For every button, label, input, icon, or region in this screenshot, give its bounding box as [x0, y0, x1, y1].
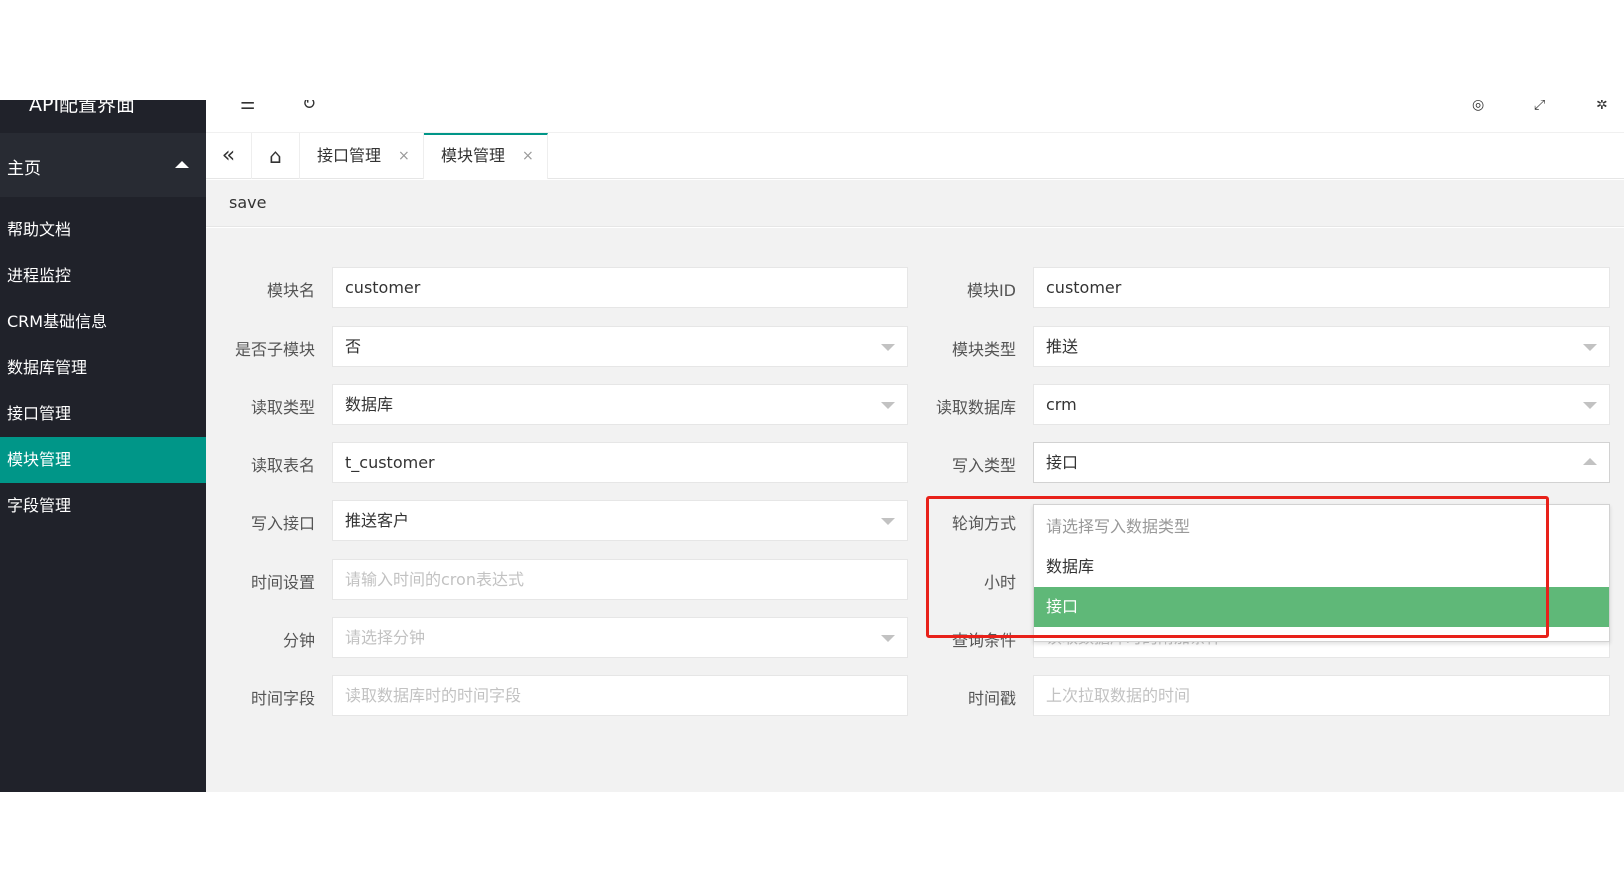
sidebar-item-crm-info[interactable]: CRM基础信息: [0, 299, 206, 345]
module-name-label: 模块名: [266, 281, 315, 300]
chevron-down-icon: [1583, 344, 1597, 351]
app-logo: API配置界面: [0, 100, 206, 133]
sidebar-item-database[interactable]: 数据库管理: [0, 345, 206, 391]
tab-module-manage[interactable]: 模块管理 ×: [424, 133, 548, 179]
sidebar-menu: 帮助文档 进程监控 CRM基础信息 数据库管理 接口管理 模块管理 字段管理: [0, 207, 206, 529]
home-icon[interactable]: ⌂: [252, 133, 300, 179]
select-value: 推送客户: [345, 511, 410, 530]
top-header: ☰ ↻ ◎ ⤢ ✲: [206, 100, 1624, 133]
select-value: 推送: [1046, 337, 1079, 356]
module-type-label: 模块类型: [951, 340, 1016, 359]
time-setting-input[interactable]: 请输入时间的cron表达式: [332, 559, 908, 600]
time-setting-label: 时间设置: [250, 573, 315, 592]
minute-select[interactable]: 请选择分钟: [332, 617, 908, 658]
sidebar: API配置界面 主页 帮助文档 进程监控 CRM基础信息 数据库管理 接口管理 …: [0, 100, 206, 792]
app-title: API配置界面: [29, 100, 136, 116]
tab-label: 模块管理: [441, 146, 506, 165]
fullscreen-icon[interactable]: ⤢: [1534, 100, 1545, 113]
refresh-icon[interactable]: ↻: [302, 100, 316, 114]
write-type-label: 写入类型: [951, 456, 1016, 475]
read-type-label: 读取类型: [250, 398, 315, 417]
read-table-input[interactable]: t_customer: [332, 442, 908, 483]
tab-scroll-left-icon[interactable]: «: [206, 133, 252, 179]
sidebar-item-help-docs[interactable]: 帮助文档: [0, 207, 206, 253]
chevron-down-icon: [881, 344, 895, 351]
theme-icon[interactable]: ◎: [1472, 100, 1484, 113]
tab-api-manage[interactable]: 接口管理 ×: [300, 133, 424, 179]
write-api-label: 写入接口: [250, 514, 315, 533]
chevron-down-icon: [1583, 402, 1597, 409]
module-type-select[interactable]: 推送: [1033, 326, 1610, 367]
chevron-down-icon: [881, 402, 895, 409]
caret-up-icon: [175, 161, 189, 168]
select-value: 数据库: [345, 395, 394, 414]
sidebar-group-home[interactable]: 主页: [0, 133, 206, 197]
save-button[interactable]: save: [229, 193, 266, 212]
menu-fold-icon[interactable]: ☰: [240, 100, 255, 114]
read-table-label: 读取表名: [250, 456, 315, 475]
minute-label: 分钟: [282, 631, 315, 650]
is-submodule-label: 是否子模块: [234, 340, 315, 359]
chevron-down-icon: [881, 518, 895, 525]
module-name-input[interactable]: customer: [332, 267, 908, 308]
tab-bar: « ⌂ 接口管理 × 模块管理 ×: [206, 133, 1624, 179]
select-value: 否: [345, 337, 362, 356]
more-icon[interactable]: ✲: [1596, 100, 1608, 113]
read-db-select[interactable]: crm: [1033, 384, 1610, 425]
sidebar-group-label: 主页: [7, 159, 41, 179]
timestamp-label: 时间戳: [967, 689, 1016, 708]
write-type-select[interactable]: 接口: [1033, 442, 1610, 483]
tab-label: 接口管理: [317, 146, 382, 165]
module-id-label: 模块ID: [966, 281, 1016, 300]
read-db-label: 读取数据库: [935, 398, 1016, 417]
highlight-annotation-box: [926, 496, 1549, 638]
chevron-up-icon: [1583, 458, 1597, 465]
timestamp-input[interactable]: 上次拉取数据的时间: [1033, 675, 1610, 716]
read-type-select[interactable]: 数据库: [332, 384, 908, 425]
is-submodule-select[interactable]: 否: [332, 326, 908, 367]
close-icon[interactable]: ×: [398, 133, 410, 179]
toolbar: save: [206, 180, 1624, 227]
sidebar-item-module[interactable]: 模块管理: [0, 437, 206, 483]
time-field-input[interactable]: 读取数据库时的时间字段: [332, 675, 908, 716]
sidebar-item-process-monitor[interactable]: 进程监控: [0, 253, 206, 299]
module-id-input[interactable]: customer: [1033, 267, 1610, 308]
time-field-label: 时间字段: [250, 689, 315, 708]
write-api-select[interactable]: 推送客户: [332, 500, 908, 541]
close-icon[interactable]: ×: [522, 135, 534, 177]
select-placeholder: 请选择分钟: [345, 628, 426, 647]
app-window: API配置界面 主页 帮助文档 进程监控 CRM基础信息 数据库管理 接口管理 …: [0, 100, 1624, 792]
select-value: crm: [1046, 395, 1077, 414]
sidebar-item-field[interactable]: 字段管理: [0, 483, 206, 529]
select-value: 接口: [1046, 453, 1079, 472]
chevron-down-icon: [881, 635, 895, 642]
sidebar-item-api[interactable]: 接口管理: [0, 391, 206, 437]
